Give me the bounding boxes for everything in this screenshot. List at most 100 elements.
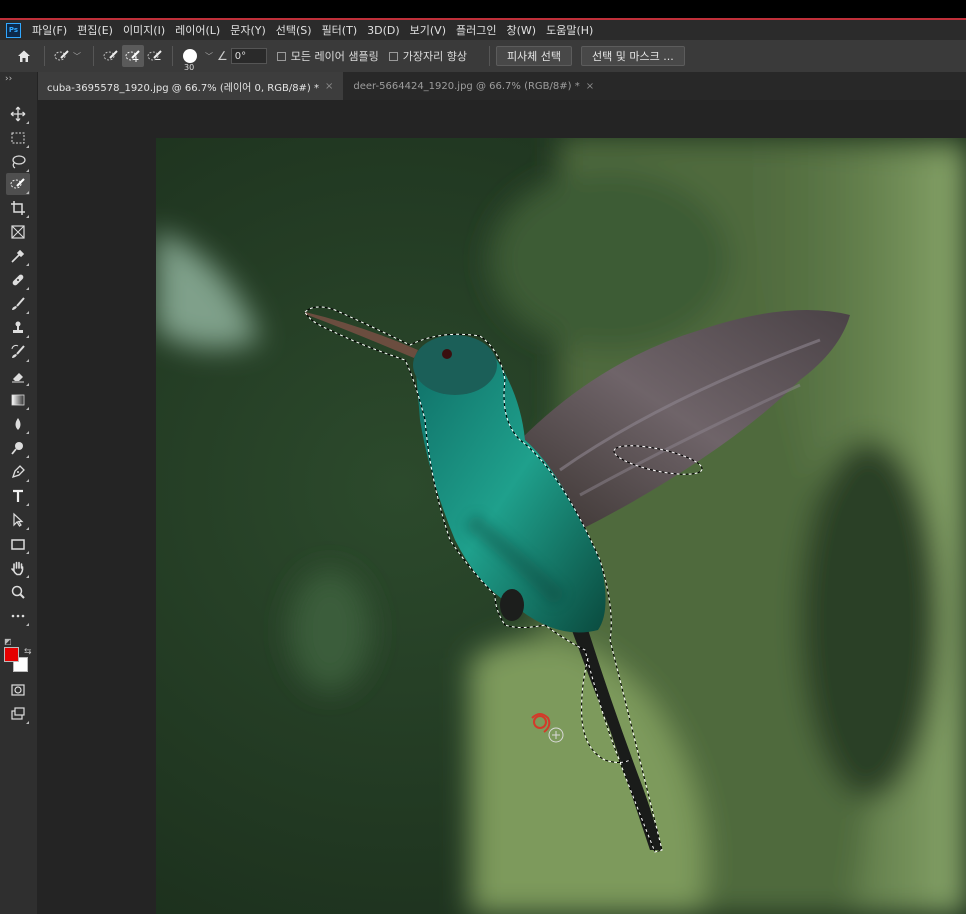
eraser-tool[interactable] (6, 365, 30, 387)
add-selection-icon (125, 50, 140, 62)
document-canvas[interactable] (156, 138, 966, 914)
sample-all-layers-label[interactable]: 모든 레이어 샘플링 (291, 48, 379, 64)
brush-icon (12, 297, 25, 310)
marquee-icon (11, 132, 25, 144)
menu-file[interactable]: 파일(F) (27, 22, 72, 38)
marquee-tool[interactable] (6, 127, 30, 149)
frame-tool[interactable] (6, 221, 30, 243)
hummingbird-photo (156, 138, 966, 914)
menu-bar: Ps 파일(F) 편집(E) 이미지(I) 레이어(L) 문자(Y) 선택(S)… (0, 20, 966, 40)
hand-tool[interactable] (6, 557, 30, 579)
submenu-corner (26, 263, 29, 266)
quick-mask-button[interactable] (6, 679, 30, 701)
submenu-corner (26, 455, 29, 458)
menu-plugins[interactable]: 플러그인 (451, 22, 501, 38)
crop-tool[interactable] (6, 197, 30, 219)
add-to-selection-button[interactable] (122, 45, 144, 67)
brush-tool[interactable] (6, 293, 30, 315)
healing-icon (12, 274, 24, 286)
submenu-corner (26, 721, 29, 724)
submenu-corner (26, 191, 29, 194)
close-icon[interactable]: × (586, 81, 594, 92)
zoom-tool[interactable] (6, 581, 30, 603)
enhance-edge-checkbox[interactable] (388, 51, 398, 61)
divider (93, 46, 94, 66)
crop-icon (11, 201, 25, 215)
subtract-selection-icon (147, 50, 162, 61)
angle-icon: ∠ (217, 49, 228, 63)
menu-image[interactable]: 이미지(I) (118, 22, 170, 38)
sample-all-layers-checkbox[interactable] (276, 51, 286, 61)
menu-filter[interactable]: 필터(T) (317, 22, 363, 38)
submenu-corner (26, 431, 29, 434)
clone-stamp-tool[interactable] (6, 317, 30, 339)
history-brush-icon (11, 344, 25, 358)
close-icon[interactable]: × (325, 81, 333, 92)
chevron-down-icon[interactable]: ﹀ (205, 51, 213, 62)
default-colors-icon[interactable]: ◩ (4, 637, 12, 646)
divider (44, 46, 45, 66)
history-brush-tool[interactable] (6, 341, 30, 363)
submenu-corner (26, 287, 29, 290)
healing-brush-tool[interactable] (6, 269, 30, 291)
chevron-down-icon[interactable]: ﹀ (73, 51, 81, 62)
move-tool[interactable] (6, 103, 30, 125)
menu-help[interactable]: 도움말(H) (541, 22, 598, 38)
menu-type[interactable]: 문자(Y) (225, 22, 271, 38)
tab-title: deer-5664424_1920.jpg @ 66.7% (RGB/8#) * (353, 80, 580, 92)
submenu-corner (26, 407, 29, 410)
brush-size-picker[interactable]: 30 (179, 45, 201, 72)
submenu-corner (26, 527, 29, 530)
gradient-tool[interactable] (6, 389, 30, 411)
submenu-corner (26, 575, 29, 578)
blur-tool[interactable] (6, 413, 30, 435)
blur-icon (15, 418, 21, 430)
select-and-mask-button[interactable]: 선택 및 마스크 ... (581, 46, 685, 66)
tab-deer[interactable]: deer-5664424_1920.jpg @ 66.7% (RGB/8#) *… (343, 72, 604, 100)
rectangle-tool[interactable] (6, 533, 30, 555)
subtract-from-selection-button[interactable] (144, 45, 166, 67)
select-subject-button[interactable]: 피사체 선택 (495, 46, 573, 66)
menu-3d[interactable]: 3D(D) (362, 24, 405, 37)
lasso-tool[interactable] (6, 151, 30, 173)
home-button[interactable] (10, 49, 38, 63)
new-selection-button[interactable] (100, 45, 122, 67)
submenu-corner (26, 551, 29, 554)
tool-preset-picker[interactable] (51, 45, 73, 67)
submenu-corner (26, 169, 29, 172)
menu-edit[interactable]: 편집(E) (72, 22, 118, 38)
dodge-icon (11, 442, 23, 455)
path-selection-tool[interactable] (6, 509, 30, 531)
submenu-corner (26, 335, 29, 338)
rectangle-icon (11, 539, 25, 550)
swap-colors-icon[interactable]: ⇆ (24, 647, 32, 657)
frame-icon (11, 225, 25, 239)
quick-selection-icon (10, 178, 25, 189)
gradient-icon (11, 394, 25, 406)
divider (172, 46, 173, 66)
pen-tool[interactable] (6, 461, 30, 483)
lasso-icon (12, 155, 26, 169)
enhance-edge-label[interactable]: 가장자리 향상 (403, 48, 467, 64)
menu-view[interactable]: 보기(V) (405, 22, 451, 38)
screen-mode-button[interactable] (6, 703, 30, 725)
brush-size-value: 30 (184, 63, 195, 72)
screen-mode-icon (11, 707, 25, 720)
eyedropper-tool[interactable] (6, 245, 30, 267)
dodge-tool[interactable] (6, 437, 30, 459)
edit-toolbar-button[interactable] (6, 605, 30, 627)
menu-select[interactable]: 선택(S) (271, 22, 317, 38)
photoshop-logo-icon[interactable]: Ps (6, 22, 21, 38)
menu-window[interactable]: 창(W) (501, 22, 541, 38)
eyedropper-icon (11, 249, 25, 263)
menu-layer[interactable]: 레이어(L) (170, 22, 225, 38)
tab-cuba[interactable]: cuba-3695578_1920.jpg @ 66.7% (레이어 0, RG… (37, 72, 344, 100)
document-tabs: cuba-3695578_1920.jpg @ 66.7% (레이어 0, RG… (37, 72, 966, 100)
type-tool[interactable] (6, 485, 30, 507)
quick-selection-icon (54, 50, 69, 61)
angle-field[interactable]: 0° (230, 48, 267, 64)
submenu-corner (26, 145, 29, 148)
quick-selection-tool[interactable] (6, 173, 30, 195)
foreground-color[interactable] (4, 647, 19, 662)
collapse-panel-button[interactable]: ›› (5, 74, 12, 84)
